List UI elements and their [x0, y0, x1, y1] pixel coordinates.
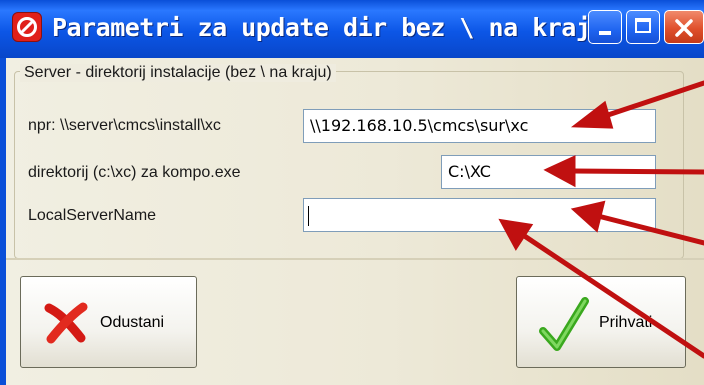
accept-label: Prihvati [599, 314, 653, 331]
directory-label: direktorij (c:\xc) za kompo.exe [28, 164, 241, 181]
local-server-name-label: LocalServerName [28, 207, 157, 224]
divider [6, 258, 704, 260]
close-button[interactable] [664, 10, 704, 44]
server-path-input[interactable]: \\192.168.10.5\cmcs\sur\xc [303, 109, 656, 143]
minimize-button[interactable] [588, 10, 622, 44]
minimize-icon [599, 31, 611, 35]
accept-button[interactable]: Prihvati [516, 276, 686, 368]
red-x-icon [44, 302, 88, 344]
server-path-label: npr: \\server\cmcs\install\xc [28, 117, 221, 134]
local-server-name-input[interactable] [303, 198, 656, 232]
window-title: Parametri za update dir bez \ na kraju! [52, 13, 620, 42]
maximize-icon [635, 18, 651, 33]
app-icon [12, 12, 42, 42]
maximize-button[interactable] [626, 10, 660, 44]
green-check-icon [539, 297, 589, 351]
directory-input[interactable]: C:\XC [441, 155, 656, 189]
title-bar[interactable]: Parametri za update dir bez \ na kraju! [0, 0, 704, 58]
text-caret [308, 205, 309, 226]
cancel-label: Odustani [100, 314, 165, 331]
groupbox-legend: Server - direktorij instalacije (bez \ n… [20, 64, 336, 82]
dialog-window: Parametri za update dir bez \ na kraju! … [0, 0, 704, 385]
cancel-button[interactable]: Odustani [20, 276, 197, 368]
close-icon [675, 19, 693, 37]
window-frame [0, 58, 6, 385]
